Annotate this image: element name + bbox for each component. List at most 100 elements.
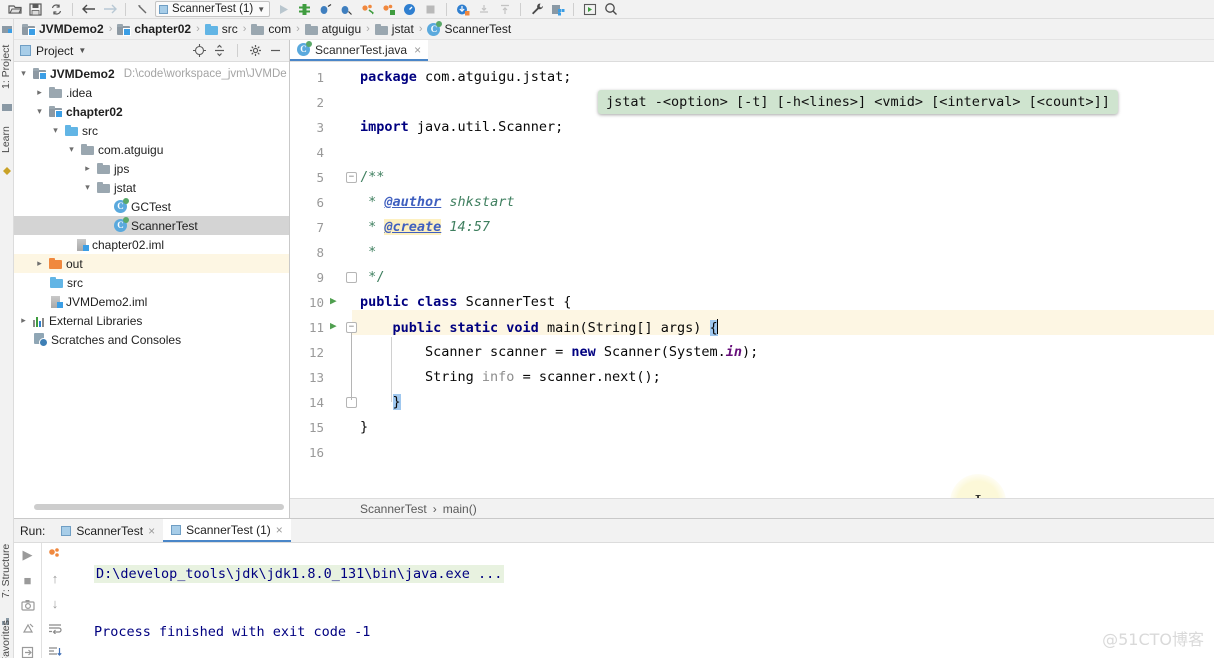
breadcrumb-item-chapter02[interactable]: chapter02: [115, 22, 193, 36]
undo-icon[interactable]: [131, 1, 152, 18]
update-project-icon[interactable]: [452, 1, 473, 18]
breadcrumb-item-jvmdemo2[interactable]: JVMDemo2: [20, 22, 106, 36]
close-icon[interactable]: ×: [414, 43, 421, 57]
line-number: 13: [308, 370, 324, 385]
tree-node-jvmdemo2-iml[interactable]: JVMDemo2.iml: [14, 292, 289, 311]
tree-node-chapter02-iml[interactable]: chapter02.iml: [14, 235, 289, 254]
forward-icon[interactable]: [99, 1, 120, 18]
chevron-down-icon[interactable]: ▾: [50, 125, 61, 136]
sidebar-item-project[interactable]: 1: Project: [0, 37, 14, 97]
chevron-down-icon[interactable]: ▼: [78, 46, 86, 55]
editor-gutter[interactable]: 1 2 3 4 5 6 7 8 9 10 11 12 13 14 15 16 ▶…: [290, 62, 357, 518]
chevron-down-icon[interactable]: ▼: [257, 5, 265, 14]
chevron-right-icon[interactable]: ▸: [18, 315, 29, 326]
tree-node-chapter02[interactable]: ▾ chapter02: [14, 102, 289, 121]
console-output[interactable]: D:\develop_tools\jdk\jdk1.8.0_131\bin\ja…: [76, 543, 1214, 658]
source-folder-icon: [204, 23, 218, 35]
stop-icon[interactable]: [420, 1, 441, 18]
scroll-up-icon[interactable]: ↑: [47, 571, 64, 586]
breadcrumb-item-src[interactable]: src: [203, 22, 240, 36]
tree-node-com-atguigu[interactable]: ▾ com.atguigu: [14, 140, 289, 159]
run-configuration-selector[interactable]: ScannerTest (1) ▼: [155, 1, 271, 17]
export-icon[interactable]: [19, 645, 36, 658]
breadcrumb-item-com[interactable]: com: [249, 22, 293, 36]
run-side-toolbar-col1: ▶ ■: [14, 543, 41, 658]
sidebar-item-learn[interactable]: Learn: [0, 119, 14, 161]
settings-wrench-icon[interactable]: [526, 1, 547, 18]
project-structure-icon[interactable]: [547, 1, 568, 18]
thread-dump-icon[interactable]: [19, 622, 36, 636]
chevron-right-icon[interactable]: ▸: [34, 87, 45, 98]
sidebar-item-favorites[interactable]: 2: Favorites: [0, 619, 14, 658]
tree-node-src[interactable]: ▾ src: [14, 121, 289, 140]
chevron-down-icon[interactable]: ▾: [66, 144, 77, 155]
chevron-down-icon[interactable]: ▾: [82, 182, 93, 193]
save-icon[interactable]: [25, 1, 46, 18]
search-everywhere-icon[interactable]: [600, 1, 621, 18]
scroll-down-icon[interactable]: ↓: [47, 596, 64, 611]
soft-wrap-icon[interactable]: [47, 621, 64, 635]
java-class-icon: C: [297, 41, 312, 56]
screenshot-icon[interactable]: [19, 598, 36, 612]
breadcrumb-class[interactable]: ScannerTest: [360, 502, 427, 516]
tree-node-jstat[interactable]: ▾ jstat: [14, 178, 289, 197]
open-icon[interactable]: [4, 1, 25, 18]
print-icon[interactable]: [47, 645, 64, 658]
tree-node-external-libraries[interactable]: ▸ External Libraries: [14, 311, 289, 330]
close-icon[interactable]: ×: [148, 524, 155, 538]
gear-icon[interactable]: [248, 43, 263, 58]
code-content[interactable]: package com.atguigu.jstat; import java.u…: [352, 62, 1214, 530]
tree-node-out[interactable]: ▸ out: [14, 254, 289, 273]
sidebar-item-structure[interactable]: 7: Structure: [0, 531, 14, 611]
collapse-all-icon[interactable]: [212, 43, 227, 58]
breadcrumb-item-scannertest[interactable]: C ScannerTest: [425, 20, 513, 36]
run-tab-bar: Run: ScannerTest × ScannerTest (1) ×: [14, 519, 1214, 543]
tree-node-jps[interactable]: ▸ jps: [14, 159, 289, 178]
tree-node-scratches-consoles[interactable]: Scratches and Consoles: [14, 330, 289, 349]
debug-icon[interactable]: [315, 1, 336, 18]
tree-node-gctest[interactable]: C GCTest: [14, 197, 289, 216]
profile-icon[interactable]: [357, 1, 378, 18]
run-tab-scannertest-1[interactable]: ScannerTest (1) ×: [163, 519, 291, 542]
chevron-down-icon[interactable]: ▾: [34, 106, 45, 117]
run-icon[interactable]: [273, 1, 294, 18]
run-dashboard-icon[interactable]: [399, 1, 420, 18]
breadcrumb-item-jstat[interactable]: jstat: [373, 22, 416, 36]
stop-icon[interactable]: ■: [19, 573, 36, 588]
chevron-down-icon[interactable]: ▾: [18, 68, 29, 79]
code-line-3: import java.util.Scanner;: [360, 119, 564, 135]
tree-node-src-root[interactable]: src: [14, 273, 289, 292]
locate-icon[interactable]: [192, 43, 207, 58]
build-icon[interactable]: [294, 1, 315, 18]
minimize-icon[interactable]: [268, 43, 283, 58]
sync-icon[interactable]: [46, 1, 67, 18]
chevron-right-icon[interactable]: ▸: [82, 163, 93, 174]
back-icon[interactable]: [78, 1, 99, 18]
close-icon[interactable]: ×: [276, 523, 283, 537]
run-panel-label: Run:: [20, 523, 46, 538]
run-anything-icon[interactable]: [579, 1, 600, 18]
commit-icon[interactable]: [473, 1, 494, 18]
rerun-failed-icon[interactable]: [47, 547, 64, 561]
code-editor[interactable]: 1 2 3 4 5 6 7 8 9 10 11 12 13 14 15 16 ▶…: [290, 62, 1214, 530]
breadcrumb-method[interactable]: main(): [443, 502, 477, 516]
panel-separator: [237, 44, 238, 57]
tree-node-label: jstat: [114, 180, 137, 195]
push-icon[interactable]: [494, 1, 515, 18]
tree-node-scannertest[interactable]: C ScannerTest: [14, 216, 289, 235]
rerun-icon[interactable]: ▶: [19, 547, 36, 563]
run-gutter-icon[interactable]: ▶: [330, 319, 337, 332]
project-horizontal-scrollbar[interactable]: [34, 504, 284, 510]
run-gutter-icon[interactable]: ▶: [330, 294, 337, 307]
tab-scannertest-java[interactable]: C ScannerTest.java ×: [290, 40, 429, 61]
run-with-coverage-icon[interactable]: [336, 1, 357, 18]
attach-debugger-icon[interactable]: [378, 1, 399, 18]
line-number: 8: [316, 245, 324, 260]
breadcrumb-item-atguigu[interactable]: atguigu: [303, 22, 363, 36]
project-icon: [2, 23, 12, 33]
tree-node-idea[interactable]: ▸ .idea: [14, 83, 289, 102]
chevron-right-icon[interactable]: ▸: [34, 258, 45, 269]
run-tab-scannertest[interactable]: ScannerTest ×: [53, 519, 163, 542]
scratches-icon: [34, 333, 48, 347]
tree-node-jvmdemo2[interactable]: ▾ JVMDemo2 D:\code\workspace_jvm\JVMDe: [14, 64, 289, 83]
